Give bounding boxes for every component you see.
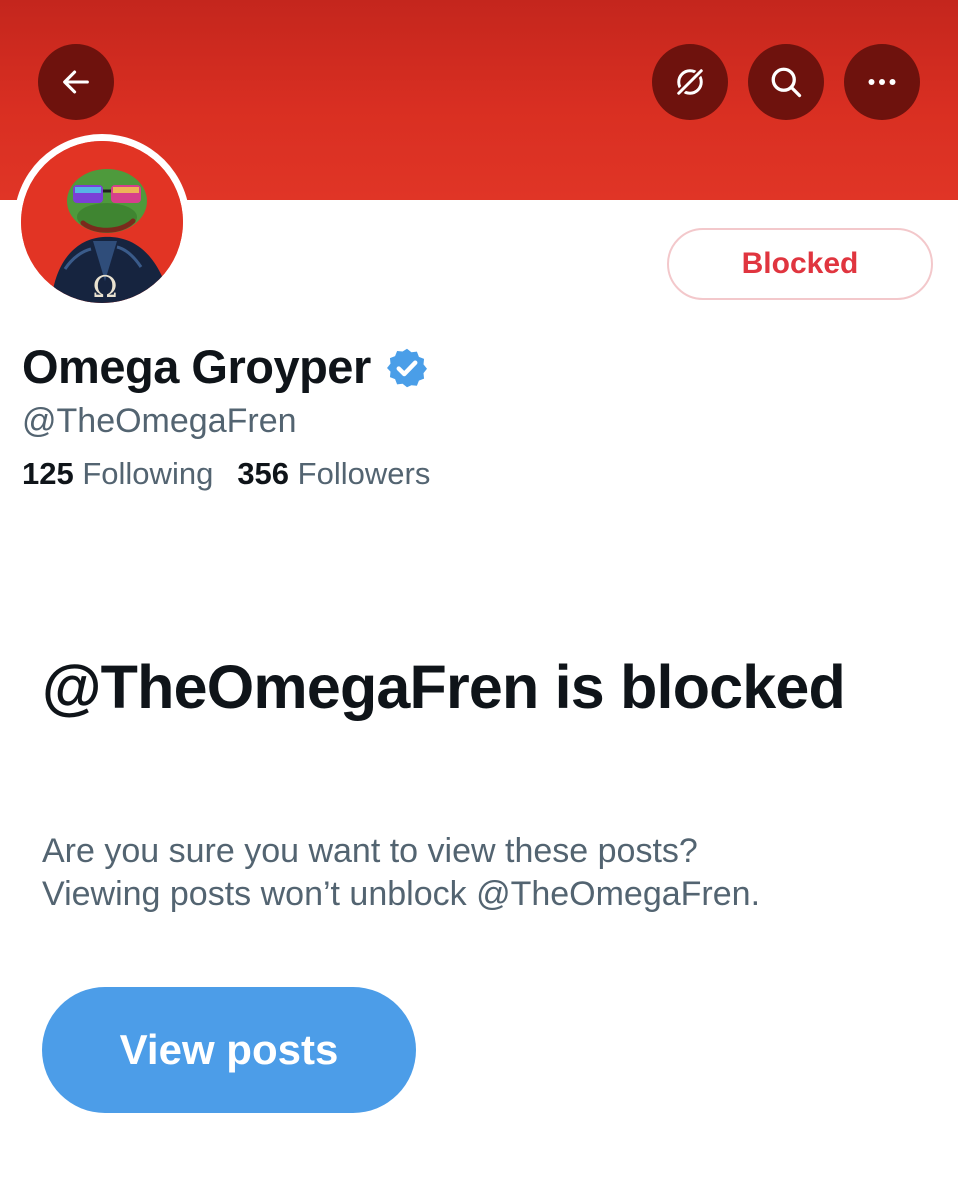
avatar-image: Ω — [21, 141, 183, 303]
notifications-off-button[interactable] — [652, 44, 728, 120]
more-options-button[interactable] — [844, 44, 920, 120]
display-name: Omega Groyper — [22, 339, 371, 393]
arrow-left-icon — [63, 70, 89, 94]
no-notifications-icon — [674, 66, 706, 98]
followers-label: Followers — [297, 456, 431, 491]
followers-link[interactable]: 356 Followers — [237, 456, 430, 492]
avatar[interactable]: Ω — [14, 134, 190, 310]
blocked-title: @TheOmegaFren is blocked — [42, 653, 846, 721]
back-button[interactable] — [38, 44, 114, 120]
avatar-omega-glyph: Ω — [93, 270, 118, 303]
more-icon — [868, 79, 896, 85]
search-button[interactable] — [748, 44, 824, 120]
follow-stats: 125 Following 356 Followers — [22, 456, 430, 492]
following-count: 125 — [22, 456, 74, 491]
verified-badge-icon — [386, 348, 427, 388]
followers-count: 356 — [237, 456, 290, 491]
view-posts-button[interactable]: View posts — [42, 987, 416, 1113]
search-icon — [771, 67, 802, 98]
blocked-description-line-2: Viewing posts won’t unblock @TheOmegaFre… — [42, 875, 761, 913]
blocked-description-line-1: Are you sure you want to view these post… — [42, 832, 698, 870]
following-label: Following — [82, 456, 214, 491]
display-name-row: Omega Groyper — [22, 336, 429, 396]
blocked-description: Are you sure you want to view these post… — [42, 830, 922, 916]
profile-handle: @TheOmegaFren — [22, 402, 297, 440]
blocked-button[interactable]: Blocked — [667, 228, 933, 300]
following-link[interactable]: 125 Following — [22, 456, 213, 492]
